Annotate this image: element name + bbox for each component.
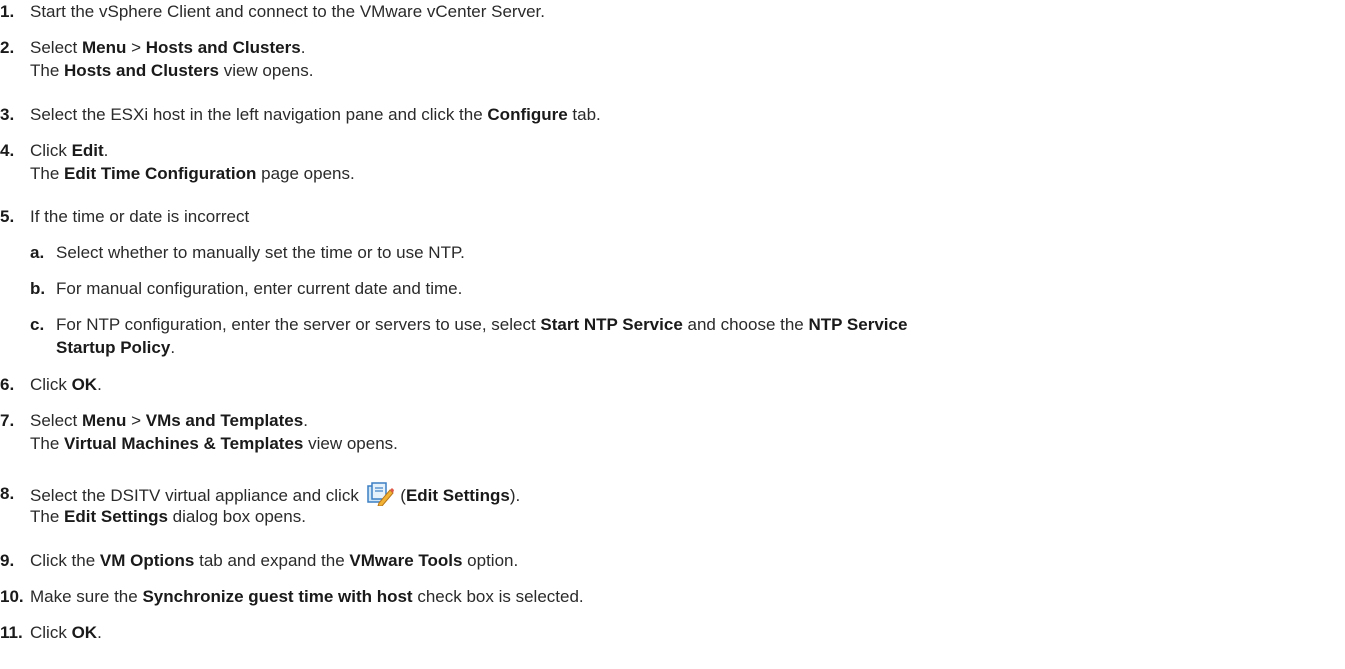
step-text: For manual configuration, enter current … <box>56 277 462 300</box>
text-run: ). <box>509 486 521 505</box>
text-run: Select <box>30 38 82 57</box>
ui-term: Virtual Machines & Templates <box>64 434 304 453</box>
step-text: Make sure the Synchronize guest time wit… <box>30 585 584 608</box>
step-text: Click OK. <box>30 373 102 396</box>
ui-term: VMware Tools <box>349 551 463 570</box>
ui-term: Menu <box>81 411 127 430</box>
text-run: The <box>30 164 65 183</box>
ui-term: Menu <box>81 38 127 57</box>
ui-term: VMs and Templates <box>145 411 304 430</box>
step-number: 5. <box>0 207 15 226</box>
ui-term: Edit Settings <box>405 486 510 505</box>
ui-term: Hosts and Clusters <box>64 61 219 80</box>
step-number: 3. <box>0 105 15 124</box>
text-run: Start the vSphere Client and connect to … <box>30 2 545 21</box>
text-run: tab. <box>567 105 601 124</box>
text-run: Click <box>30 375 72 394</box>
text-run: and choose the <box>682 315 809 334</box>
text-run: . <box>97 623 102 642</box>
text-run: Select <box>30 411 82 430</box>
text-run: The <box>30 61 65 80</box>
step-text: The Edit Time Configuration page opens. <box>30 162 355 185</box>
step-text: Select the DSITV virtual appliance and c… <box>30 482 520 507</box>
ui-term: OK <box>71 375 98 394</box>
step-text: Select whether to manually set the time … <box>56 241 465 264</box>
text-run: Make sure the <box>30 587 143 606</box>
text-run: The <box>30 434 65 453</box>
text-run: . <box>170 338 176 357</box>
step-number: 4. <box>0 141 15 160</box>
step-text: The Hosts and Clusters view opens. <box>30 59 313 82</box>
text-run: . <box>103 141 109 160</box>
ui-term: VM Options <box>99 551 195 570</box>
step-text: Click the VM Options tab and expand the … <box>30 549 518 572</box>
text-run: Select the ESXi host in the left navigat… <box>30 105 488 124</box>
text-run: > <box>126 38 146 57</box>
step-number: 9. <box>0 551 15 570</box>
text-run: check box is selected. <box>412 587 584 606</box>
text-run: view opens. <box>218 61 314 80</box>
ui-term: NTP Service <box>808 315 908 334</box>
text-run: page opens. <box>256 164 355 183</box>
step-text: Select Menu > VMs and Templates. <box>30 409 308 432</box>
text-run: dialog box opens. <box>167 507 306 526</box>
step-text: Click Edit. <box>30 139 108 162</box>
text-run: Select whether to manually set the time … <box>56 243 465 262</box>
step-number: a. <box>30 243 45 262</box>
step-number: 1. <box>0 2 15 21</box>
step-text: Select the ESXi host in the left navigat… <box>30 103 601 126</box>
step-number: 11. <box>0 623 23 642</box>
ui-term: Hosts and Clusters <box>145 38 301 57</box>
step-text: If the time or date is incorrect <box>30 205 249 228</box>
step-number: 10. <box>0 587 24 606</box>
ui-term: Synchronize guest time with host <box>142 587 413 606</box>
step-number: b. <box>30 279 46 298</box>
procedure-document: 1. Start the vSphere Client and connect t… <box>0 0 1345 669</box>
step-text: The Edit Settings dialog box opens. <box>30 505 306 528</box>
text-run: . <box>300 38 306 57</box>
text-run: option. <box>462 551 519 570</box>
text-run: For NTP configuration, enter the server … <box>56 315 541 334</box>
edit-settings-icon <box>366 482 394 506</box>
text-run: view opens. <box>303 434 398 453</box>
step-number: c. <box>30 315 45 334</box>
text-run: Click the <box>30 551 100 570</box>
step-text: For NTP configuration, enter the server … <box>56 313 907 336</box>
text-run: tab and expand the <box>194 551 350 570</box>
step-text: Click OK. <box>30 621 102 644</box>
text-run: If the time or date is incorrect <box>30 207 250 226</box>
text-run: ( <box>395 486 406 505</box>
step-number: 8. <box>0 484 15 503</box>
text-run: For manual configuration, enter current … <box>56 279 463 298</box>
text-run: > <box>126 411 146 430</box>
step-text: The Virtual Machines & Templates view op… <box>30 432 398 455</box>
step-number: 6. <box>0 375 15 394</box>
text-run: . <box>97 375 102 394</box>
ui-term: Edit <box>71 141 104 160</box>
text-run: Click <box>30 141 72 160</box>
ui-term: Edit Time Configuration <box>64 164 257 183</box>
text-run: Click <box>30 623 72 642</box>
text-run: . <box>303 411 308 430</box>
text-run: Select the DSITV virtual appliance and c… <box>30 486 364 505</box>
step-text: Startup Policy. <box>56 336 175 359</box>
step-number: 7. <box>0 411 15 430</box>
text-run: The <box>30 507 65 526</box>
step-text: Select Menu > Hosts and Clusters. <box>30 36 305 59</box>
ui-term: Startup Policy <box>56 338 171 357</box>
ui-term: Start NTP Service <box>540 315 683 334</box>
ui-term: Edit Settings <box>64 507 168 526</box>
ui-term: Configure <box>487 105 568 124</box>
step-text: Start the vSphere Client and connect to … <box>30 0 545 23</box>
ui-term: OK <box>71 623 98 642</box>
step-number: 2. <box>0 38 15 57</box>
